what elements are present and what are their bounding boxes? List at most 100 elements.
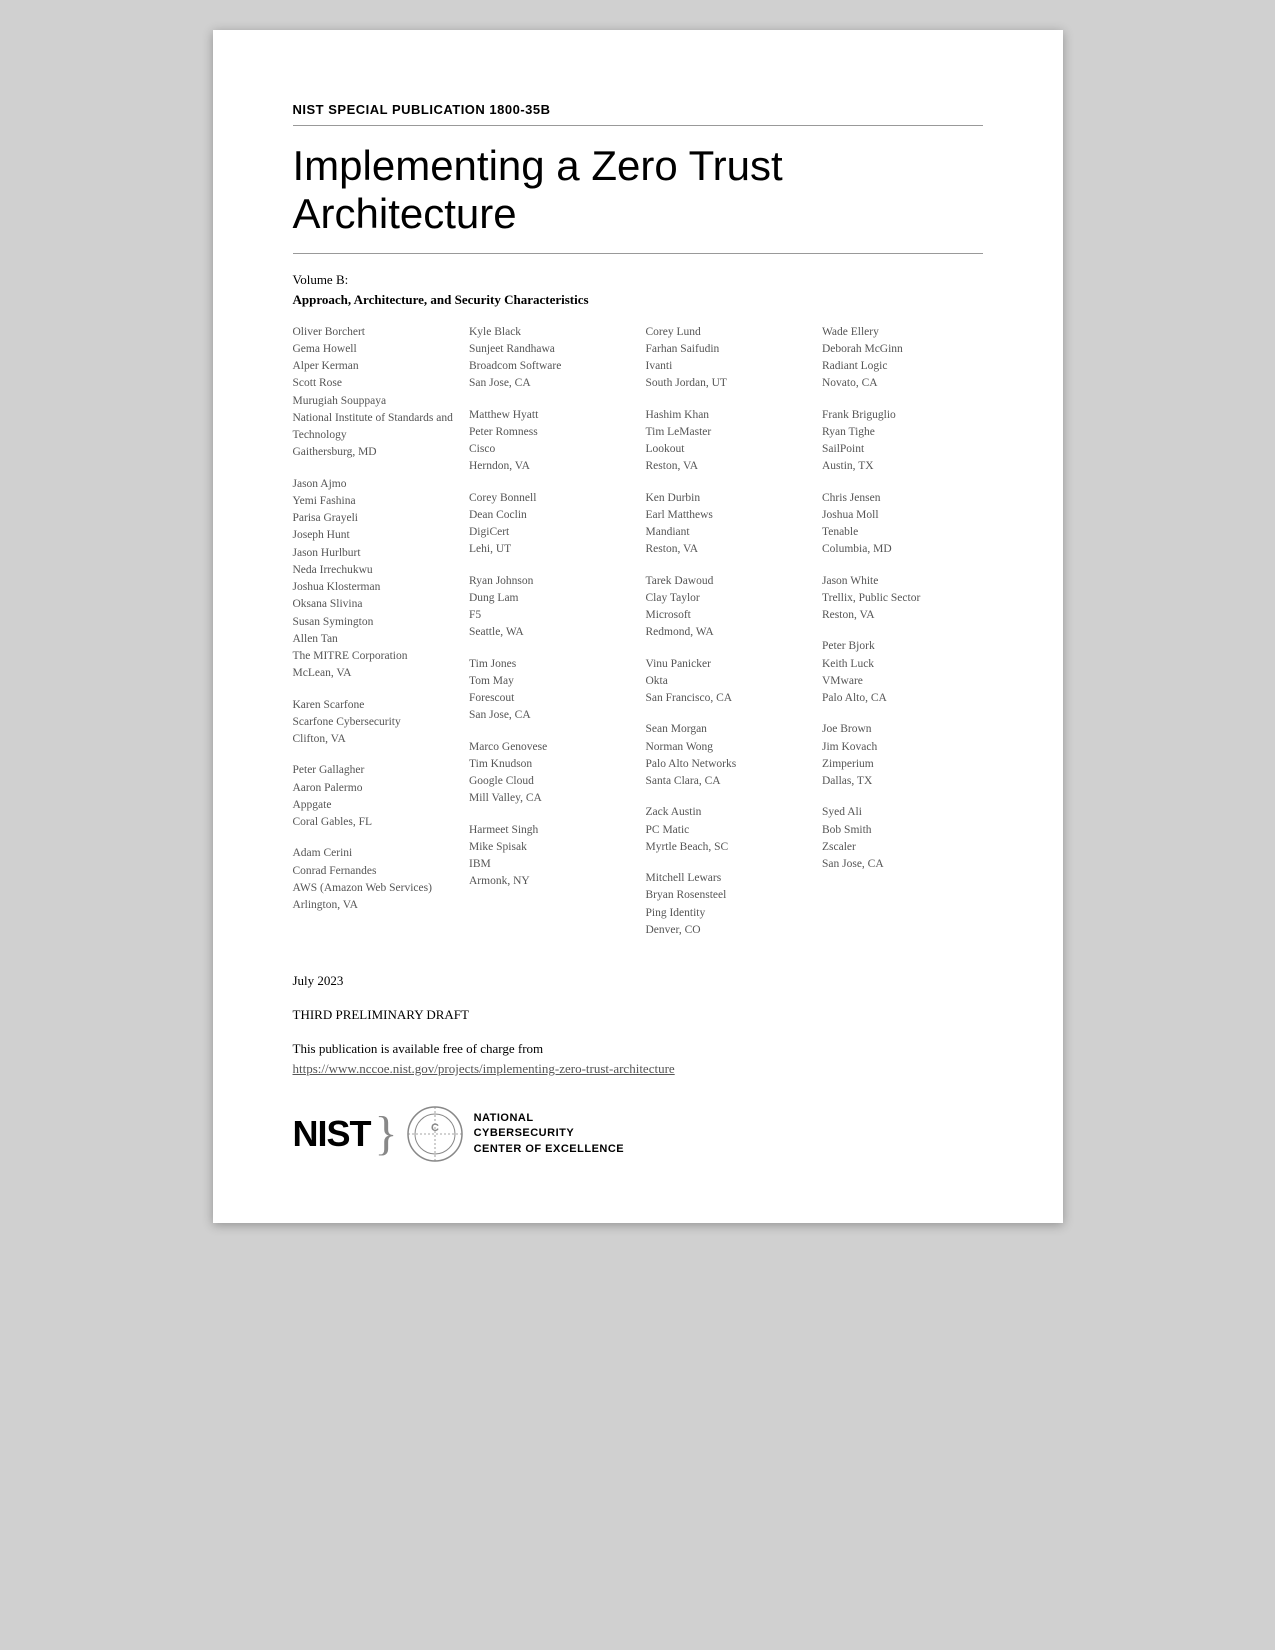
author-loc: Columbia, MD	[822, 541, 983, 558]
author-org: Lookout	[646, 441, 807, 458]
author-org: Appgate	[293, 797, 454, 814]
author-loc: Redmond, WA	[646, 624, 807, 641]
author-loc: Denver, CO	[646, 922, 807, 939]
author-org: PC Matic	[646, 822, 807, 839]
author-block-2-2: Ken DurbinEarl MatthewsMandiantReston, V…	[646, 490, 807, 559]
author-name: Dung Lam	[469, 590, 630, 607]
author-org: Broadcom Software	[469, 358, 630, 375]
author-name: Frank Briguglio	[822, 407, 983, 424]
author-name: Tom May	[469, 673, 630, 690]
author-block-1-4: Tim JonesTom MayForescoutSan Jose, CA	[469, 656, 630, 725]
author-loc: Gaithersburg, MD	[293, 444, 454, 461]
author-block-1-1: Matthew HyattPeter RomnessCiscoHerndon, …	[469, 407, 630, 476]
author-name: Matthew Hyatt	[469, 407, 630, 424]
author-block-2-5: Sean MorganNorman WongPalo Alto Networks…	[646, 721, 807, 790]
author-name: Sean Morgan	[646, 721, 807, 738]
author-org: Trellix, Public Sector	[822, 590, 983, 607]
author-org: Okta	[646, 673, 807, 690]
author-org: The MITRE Corporation	[293, 648, 454, 665]
author-name: Conrad Fernandes	[293, 863, 454, 880]
author-name: Peter Bjork	[822, 638, 983, 655]
author-block-2-4: Vinu PanickerOktaSan Francisco, CA	[646, 656, 807, 708]
author-name: Deborah McGinn	[822, 341, 983, 358]
author-org: VMware	[822, 673, 983, 690]
nce-logo: C NATIONAL CYBERSECURITY CENTER OF EXCEL…	[406, 1105, 625, 1163]
author-col-3: Wade ElleryDeborah McGinnRadiant LogicNo…	[822, 324, 983, 954]
author-block-2-3: Tarek DawoudClay TaylorMicrosoftRedmond,…	[646, 573, 807, 642]
author-name: Oksana Slivina	[293, 596, 454, 613]
author-loc: Reston, VA	[822, 607, 983, 624]
author-col-1: Kyle BlackSunjeet RandhawaBroadcom Softw…	[469, 324, 630, 954]
author-name: Alper Kerman	[293, 358, 454, 375]
author-name: Joseph Hunt	[293, 527, 454, 544]
draft-line: THIRD PRELIMINARY DRAFT	[293, 1007, 983, 1023]
author-name: Adam Cerini	[293, 845, 454, 862]
author-loc: Mill Valley, CA	[469, 790, 630, 807]
author-name: Earl Matthews	[646, 507, 807, 524]
author-loc: Palo Alto, CA	[822, 690, 983, 707]
nist-wordmark: NIST	[293, 1113, 371, 1155]
author-org: AWS (Amazon Web Services)	[293, 880, 454, 897]
author-loc: San Jose, CA	[469, 375, 630, 392]
author-loc: San Francisco, CA	[646, 690, 807, 707]
author-org: Microsoft	[646, 607, 807, 624]
author-loc: Reston, VA	[646, 458, 807, 475]
author-org: F5	[469, 607, 630, 624]
author-org: Mandiant	[646, 524, 807, 541]
author-name: Corey Bonnell	[469, 490, 630, 507]
author-block-2-7: Mitchell LewarsBryan RosensteelPing Iden…	[646, 870, 807, 939]
author-name: Zack Austin	[646, 804, 807, 821]
author-name: Jason Ajmo	[293, 476, 454, 493]
author-block-3-1: Frank BriguglioRyan TigheSailPointAustin…	[822, 407, 983, 476]
author-name: Susan Symington	[293, 614, 454, 631]
author-loc: Dallas, TX	[822, 773, 983, 790]
author-org: Zimperium	[822, 756, 983, 773]
author-name: Joe Brown	[822, 721, 983, 738]
author-name: Kyle Black	[469, 324, 630, 341]
author-name: Corey Lund	[646, 324, 807, 341]
nce-line1: NATIONAL	[474, 1112, 534, 1124]
author-loc: Austin, TX	[822, 458, 983, 475]
author-block-2-0: Corey LundFarhan SaifudinIvantiSouth Jor…	[646, 324, 807, 393]
author-block-2-1: Hashim KhanTim LeMasterLookoutReston, VA	[646, 407, 807, 476]
main-title: Implementing a Zero Trust Architecture	[293, 142, 983, 254]
author-org: Cisco	[469, 441, 630, 458]
author-name: Dean Coclin	[469, 507, 630, 524]
author-org: Ping Identity	[646, 905, 807, 922]
logo-area: NIST } C NATIONAL CYBERSECURITY CENTER O…	[293, 1105, 983, 1163]
author-name: Clay Taylor	[646, 590, 807, 607]
author-name: Tim Knudson	[469, 756, 630, 773]
author-name: Jason Hurlburt	[293, 545, 454, 562]
author-block-0-4: Adam CeriniConrad FernandesAWS (Amazon W…	[293, 845, 454, 914]
author-name: Marco Genovese	[469, 739, 630, 756]
author-loc: Herndon, VA	[469, 458, 630, 475]
author-col-2: Corey LundFarhan SaifudinIvantiSouth Jor…	[646, 324, 807, 954]
author-name: Jim Kovach	[822, 739, 983, 756]
author-loc: Santa Clara, CA	[646, 773, 807, 790]
author-loc: McLean, VA	[293, 665, 454, 682]
author-name: Hashim Khan	[646, 407, 807, 424]
nce-circle-icon: C	[406, 1105, 464, 1163]
author-org: SailPoint	[822, 441, 983, 458]
author-name: Peter Gallagher	[293, 762, 454, 779]
author-block-3-4: Peter BjorkKeith LuckVMwarePalo Alto, CA	[822, 638, 983, 707]
author-name: Jason White	[822, 573, 983, 590]
author-org: Scarfone Cybersecurity	[293, 714, 454, 731]
author-name: Tim Jones	[469, 656, 630, 673]
author-name: Norman Wong	[646, 739, 807, 756]
nce-line2: CYBERSECURITY	[474, 1127, 575, 1139]
author-name: Harmeet Singh	[469, 822, 630, 839]
author-name: Allen Tan	[293, 631, 454, 648]
author-org: Palo Alto Networks	[646, 756, 807, 773]
availability-link[interactable]: https://www.nccoe.nist.gov/projects/impl…	[293, 1061, 983, 1077]
author-name: Neda Irrechukwu	[293, 562, 454, 579]
author-name: Keith Luck	[822, 656, 983, 673]
publication-number: NIST SPECIAL PUBLICATION 1800-35B	[293, 102, 983, 126]
author-name: Aaron Palermo	[293, 780, 454, 797]
author-loc: Armonk, NY	[469, 873, 630, 890]
author-block-3-0: Wade ElleryDeborah McGinnRadiant LogicNo…	[822, 324, 983, 393]
author-name: Wade Ellery	[822, 324, 983, 341]
author-name: Scott Rose	[293, 375, 454, 392]
author-block-3-2: Chris JensenJoshua MollTenableColumbia, …	[822, 490, 983, 559]
author-name: Tim LeMaster	[646, 424, 807, 441]
